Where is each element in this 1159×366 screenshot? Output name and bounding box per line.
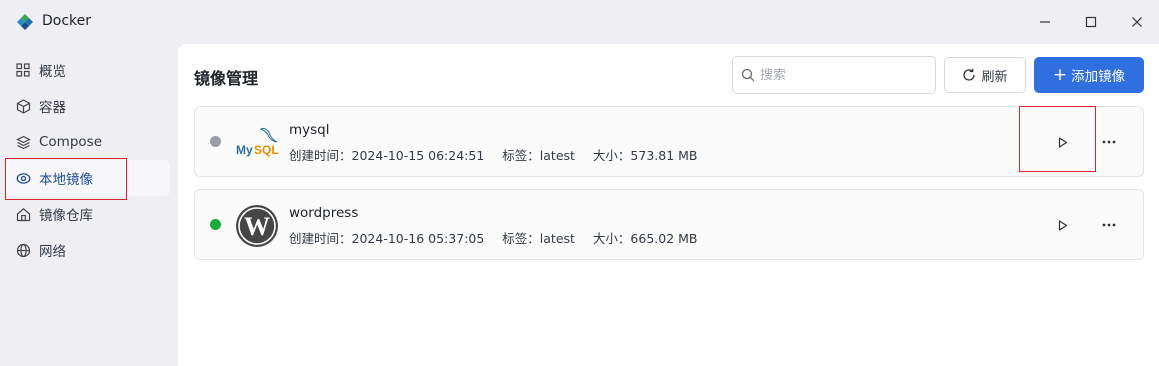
- tag-value: latest: [539, 231, 575, 246]
- created-field: 创建时间：2024-10-15 06:24:51: [289, 148, 484, 163]
- wordpress-logo: W: [236, 205, 278, 247]
- size-value: 573.81 MB: [630, 148, 698, 163]
- mysql-logo: My SQL: [236, 128, 279, 157]
- add-image-button[interactable]: + 添加镜像: [1034, 57, 1144, 93]
- docker-whale-icon: [17, 14, 33, 30]
- add-image-label: 添加镜像: [1071, 69, 1126, 85]
- more-button[interactable]: [1099, 215, 1119, 235]
- search-field[interactable]: [732, 56, 936, 94]
- maximize-icon: [1085, 16, 1097, 28]
- sidebar-item-label: 网络: [39, 244, 66, 260]
- more-icon: [1102, 140, 1116, 144]
- sidebar-item-containers[interactable]: 容器: [5, 88, 170, 124]
- sidebar-item-label: Compose: [39, 134, 103, 150]
- image-row[interactable]: My SQL mysql 创建时间：2024-10-15 06:24:51 标签…: [194, 106, 1144, 177]
- more-button[interactable]: [1099, 132, 1119, 152]
- created-value: 2024-10-15 06:24:51: [351, 148, 485, 163]
- refresh-label: 刷新: [981, 69, 1008, 85]
- size-label: 大小：: [592, 148, 631, 163]
- plus-icon: +: [1052, 64, 1068, 85]
- minimize-button[interactable]: [1033, 10, 1057, 34]
- created-label: 创建时间：: [289, 148, 352, 163]
- tag-field: 标签：latest: [502, 148, 575, 163]
- cube-icon: [15, 98, 31, 114]
- image-name: wordpress: [289, 205, 359, 221]
- created-label: 创建时间：: [289, 231, 352, 246]
- svg-text:SQL: SQL: [254, 143, 279, 157]
- run-button[interactable]: [1053, 215, 1073, 235]
- page-title: 镜像管理: [194, 69, 259, 88]
- title-bar: Docker: [0, 0, 1159, 44]
- home-icon: [15, 206, 31, 222]
- tag-label: 标签：: [502, 148, 540, 163]
- image-meta: 创建时间：2024-10-15 06:24:51 标签：latest 大小：57…: [289, 145, 712, 164]
- svg-text:My: My: [236, 143, 253, 157]
- run-button[interactable]: [1053, 132, 1073, 152]
- disc-icon: [15, 170, 31, 186]
- size-value: 665.02 MB: [630, 231, 698, 246]
- sidebar-item-label: 容器: [39, 100, 66, 116]
- sidebar-item-local-images[interactable]: 本地镜像: [5, 160, 170, 196]
- close-icon: [1132, 17, 1142, 27]
- main-panel: 镜像管理 刷新 + 添加镜像 My SQL mysql 创建时间：2024-10…: [178, 44, 1159, 366]
- created-value: 2024-10-16 05:37:05: [351, 231, 485, 246]
- grid-icon: [15, 62, 31, 78]
- size-field: 大小：573.81 MB: [593, 148, 698, 163]
- sidebar-item-overview[interactable]: 概览: [5, 52, 170, 88]
- search-icon: [741, 68, 755, 82]
- status-dot-stopped: [210, 136, 221, 147]
- layers-icon: [15, 134, 31, 150]
- sidebar-item-image-registry[interactable]: 镜像仓库: [5, 196, 170, 232]
- size-field: 大小：665.02 MB: [593, 231, 698, 246]
- sidebar-item-label: 概览: [39, 64, 66, 80]
- minimize-icon: [1040, 21, 1050, 23]
- status-dot-running: [210, 219, 221, 230]
- image-row[interactable]: W wordpress 创建时间：2024-10-16 05:37:05 标签：…: [194, 189, 1144, 260]
- sidebar-item-compose[interactable]: Compose: [5, 124, 170, 160]
- size-label: 大小：: [592, 231, 631, 246]
- globe-icon: [15, 242, 31, 258]
- window-title: Docker: [42, 13, 92, 29]
- refresh-button[interactable]: 刷新: [944, 57, 1026, 93]
- tag-label: 标签：: [502, 231, 540, 246]
- tag-field: 标签：latest: [502, 231, 575, 246]
- sidebar-item-label: 镜像仓库: [39, 208, 93, 224]
- image-meta: 创建时间：2024-10-16 05:37:05 标签：latest 大小：66…: [289, 228, 712, 247]
- more-icon: [1102, 223, 1116, 227]
- tag-value: latest: [539, 148, 575, 163]
- sidebar-item-network[interactable]: 网络: [5, 232, 170, 268]
- play-icon: [1058, 136, 1068, 148]
- svg-text:W: W: [244, 212, 270, 241]
- close-button[interactable]: [1125, 10, 1149, 34]
- image-name: mysql: [289, 122, 330, 138]
- play-icon: [1058, 219, 1068, 231]
- sidebar: 概览 容器 Compose 本地镜像 镜像仓库 网络: [0, 44, 178, 366]
- search-input[interactable]: [760, 67, 930, 83]
- sidebar-item-label: 本地镜像: [39, 172, 93, 188]
- maximize-button[interactable]: [1079, 10, 1103, 34]
- refresh-icon: [963, 68, 976, 81]
- created-field: 创建时间：2024-10-16 05:37:05: [289, 231, 484, 246]
